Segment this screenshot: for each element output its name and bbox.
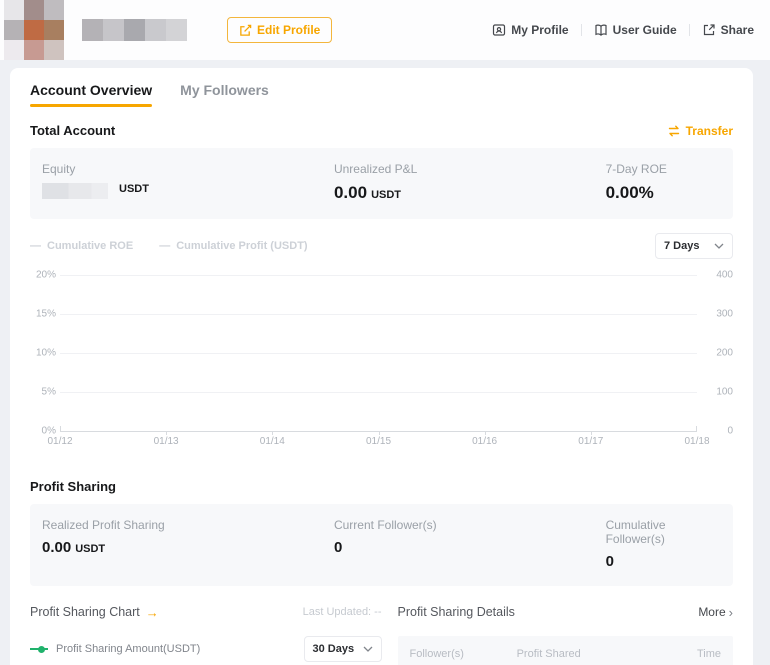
tab-account-overview[interactable]: Account Overview	[30, 82, 152, 107]
profit-sharing-chart-link[interactable]: Profit Sharing Chart →	[30, 605, 159, 620]
transfer-icon	[667, 125, 681, 137]
total-account-card: Equity USDT Unrealized P&L 0.00 USDT 7-D…	[30, 148, 733, 219]
last-updated-text: Last Updated: --	[303, 606, 382, 618]
main-panel: Account Overview My Followers Total Acco…	[10, 68, 753, 665]
details-table-header: Follower(s) Profit Shared Time	[398, 636, 734, 665]
chevron-right-icon: ›	[729, 605, 733, 620]
realized-profit-unit: USDT	[75, 543, 105, 555]
x-axis-label: 01/12	[47, 436, 72, 447]
equity-unit: USDT	[119, 183, 149, 195]
my-profile-label: My Profile	[511, 23, 568, 37]
unrealized-pnl-unit: USDT	[371, 189, 401, 201]
profit-sharing-card: Realized Profit Sharing 0.00 USDT Curren…	[30, 504, 733, 586]
roe-range-value: 7 Days	[664, 240, 699, 252]
transfer-button[interactable]: Transfer	[667, 124, 733, 138]
tab-my-followers[interactable]: My Followers	[180, 82, 269, 107]
col-followers: Follower(s)	[410, 648, 517, 660]
x-axis-label: 01/15	[366, 436, 391, 447]
edit-profile-button[interactable]: Edit Profile	[227, 17, 332, 43]
edit-profile-label: Edit Profile	[257, 23, 320, 37]
current-followers-label: Current Follower(s)	[334, 518, 606, 532]
profit-sharing-details-title: Profit Sharing Details	[398, 605, 515, 619]
share-label: Share	[721, 23, 754, 37]
unrealized-pnl-label: Unrealized P&L	[334, 162, 606, 176]
divider	[581, 24, 582, 36]
y2-axis-label: 400	[701, 270, 733, 281]
user-guide-link[interactable]: User Guide	[594, 23, 677, 37]
edit-icon	[239, 24, 252, 37]
share-link[interactable]: Share	[702, 23, 754, 37]
profit-sharing-chart-title: Profit Sharing Chart	[30, 605, 140, 619]
avatar	[4, 0, 64, 60]
roe-chart-plot: 20% 15% 10% 5% 0% 400 300 200 100 0	[60, 275, 697, 431]
y-axis-label: 10%	[30, 348, 56, 359]
y-axis-label: 0%	[30, 426, 56, 437]
profit-sharing-amount-legend[interactable]: Profit Sharing Amount(USDT)	[30, 643, 200, 655]
y2-axis-label: 300	[701, 309, 733, 320]
x-axis-label: 01/18	[684, 436, 709, 447]
sharing-range-value: 30 Days	[313, 643, 355, 655]
x-axis-label: 01/17	[578, 436, 603, 447]
realized-profit-value: 0.00	[42, 539, 71, 556]
chevron-down-icon	[363, 646, 373, 652]
sharing-range-select[interactable]: 30 Days	[304, 636, 382, 662]
y-axis-label: 20%	[30, 270, 56, 281]
col-time: Time	[653, 648, 721, 660]
equity-value-masked	[42, 183, 108, 199]
arrow-right-icon: →	[146, 605, 159, 620]
total-account-title: Total Account	[30, 123, 115, 138]
line-dot-legend-icon	[30, 648, 48, 650]
top-bar: Edit Profile My Profile User Guide	[0, 0, 770, 60]
transfer-label: Transfer	[686, 124, 733, 138]
roe-7d-value: 0.00%	[606, 183, 721, 203]
more-link[interactable]: More ›	[698, 605, 733, 620]
user-guide-label: User Guide	[613, 23, 677, 37]
chevron-down-icon	[714, 243, 724, 249]
equity-label: Equity	[42, 162, 334, 176]
current-followers-value: 0	[334, 539, 606, 556]
x-axis-label: 01/14	[260, 436, 285, 447]
legend-dash-icon: —	[30, 240, 41, 252]
y-axis-label: 15%	[30, 309, 56, 320]
profit-sharing-title: Profit Sharing	[30, 479, 733, 494]
legend-cumulative-roe[interactable]: — Cumulative ROE	[30, 240, 133, 252]
roe-range-select[interactable]: 7 Days	[655, 233, 733, 259]
col-profit-shared: Profit Shared	[517, 648, 653, 660]
username-masked	[82, 19, 187, 41]
divider	[689, 24, 690, 36]
cumulative-followers-value: 0	[606, 553, 721, 570]
y2-axis-label: 100	[701, 387, 733, 398]
x-axis-labels: 01/12 01/13 01/14 01/15 01/16 01/17 01/1…	[60, 436, 697, 449]
share-icon	[702, 23, 716, 37]
x-axis-label: 01/16	[472, 436, 497, 447]
legend-dash-icon: —	[159, 240, 170, 252]
legend-cumulative-profit[interactable]: — Cumulative Profit (USDT)	[159, 240, 307, 252]
y-axis-label: 5%	[30, 387, 56, 398]
cumulative-followers-label: Cumulative Follower(s)	[606, 518, 721, 546]
id-card-icon	[492, 23, 506, 37]
y2-axis-label: 0	[701, 426, 733, 437]
unrealized-pnl-value: 0.00	[334, 183, 367, 203]
y2-axis-label: 200	[701, 348, 733, 359]
roe-7d-label: 7-Day ROE	[606, 162, 721, 176]
x-axis-label: 01/13	[154, 436, 179, 447]
tab-bar: Account Overview My Followers	[30, 82, 733, 107]
book-icon	[594, 23, 608, 37]
realized-profit-label: Realized Profit Sharing	[42, 518, 334, 532]
my-profile-link[interactable]: My Profile	[492, 23, 568, 37]
